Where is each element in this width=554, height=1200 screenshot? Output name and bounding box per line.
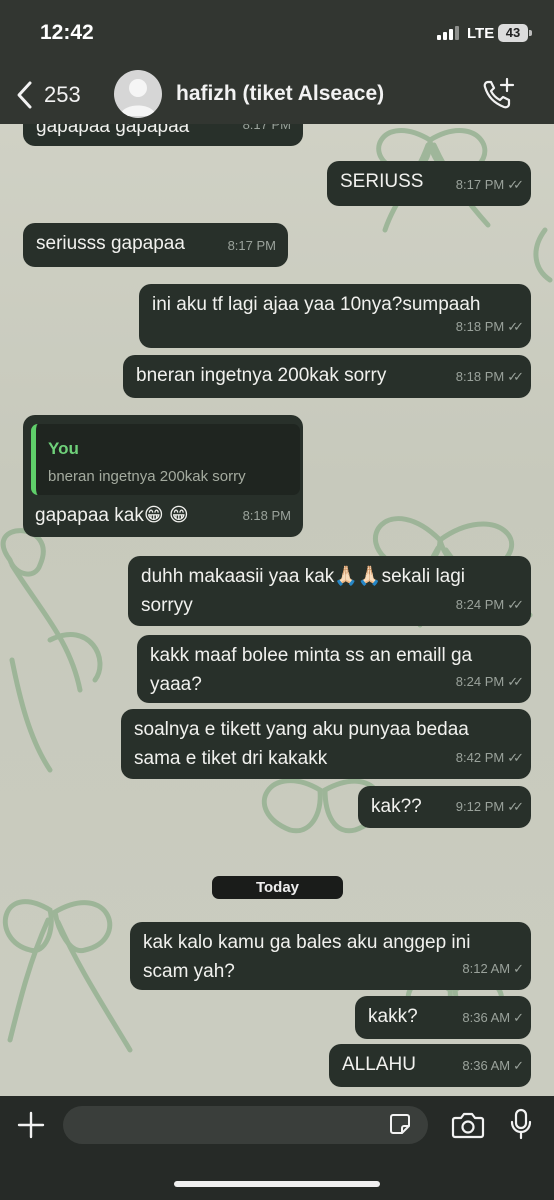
add-call-icon [483, 77, 515, 109]
message-meta: 8:17 PM ✓✓ [455, 170, 524, 199]
read-receipt-icon: ✓✓ [507, 177, 524, 192]
sent-receipt-icon: ✓ [513, 1010, 524, 1025]
message-meta: 8:18 PM ✓✓ [455, 312, 524, 341]
camera-button[interactable] [451, 1110, 485, 1140]
message-outgoing[interactable]: kak?? 9:12 PM ✓✓ [358, 786, 531, 828]
message-meta: 8:12 AM ✓ [462, 954, 524, 983]
mic-icon [510, 1108, 532, 1140]
contact-name[interactable]: hafizh (tiket Alseace) [176, 82, 384, 106]
composer-bar [0, 1096, 554, 1200]
attach-button[interactable] [16, 1110, 46, 1140]
sent-receipt-icon: ✓ [513, 1058, 524, 1073]
avatar-icon[interactable] [114, 70, 162, 118]
sticker-icon [390, 1114, 410, 1134]
signal-icon [437, 26, 461, 40]
message-meta: 8:24 PM ✓✓ [455, 590, 524, 619]
plus-icon [17, 1111, 45, 1139]
message-meta: 8:18 PM ✓✓ [455, 362, 524, 391]
message-outgoing[interactable]: bneran ingetnya 200kak sorry 8:18 PM ✓✓ [123, 355, 531, 398]
message-time: 8:42 PM [455, 750, 505, 765]
message-time: 8:12 AM [462, 961, 511, 976]
message-outgoing[interactable]: SERIUSS 8:17 PM ✓✓ [327, 161, 531, 206]
message-outgoing[interactable]: ini aku tf lagi ajaa yaa 10nya?sumpaah 8… [139, 284, 531, 348]
message-time: 8:24 PM [455, 674, 505, 689]
message-meta: 8:17 PM [243, 124, 291, 139]
message-time: 8:24 PM [455, 597, 505, 612]
read-receipt-icon: ✓✓ [507, 674, 524, 689]
home-indicator [174, 1181, 380, 1187]
message-time: 8:36 AM [462, 1010, 511, 1025]
message-time: 8:18 PM [455, 369, 505, 384]
message-outgoing[interactable]: duhh makaasii yaa kak🙏🏻🙏🏻sekali lagi sor… [128, 556, 531, 626]
message-text: gapapaa kak😁 😁 [35, 505, 189, 526]
camera-icon [451, 1112, 485, 1139]
message-outgoing[interactable]: kakk maaf bolee minta ss an emaill ga ya… [137, 635, 531, 703]
message-outgoing[interactable]: soalnya e tikett yang aku punyaa bedaa s… [121, 709, 531, 779]
unread-count: 253 [44, 82, 81, 107]
message-outgoing[interactable]: kakk? 8:36 AM ✓ [355, 996, 531, 1039]
message-incoming[interactable]: seriusss gapapaa 8:17 PM [23, 223, 288, 267]
chevron-left-icon [17, 81, 32, 109]
message-time: 8:36 AM [462, 1058, 511, 1073]
message-meta: 8:18 PM [243, 501, 291, 530]
message-outgoing[interactable]: ALLAHU 8:36 AM ✓ [329, 1044, 531, 1087]
date-separator: Today [212, 876, 343, 899]
sticker-button[interactable] [388, 1112, 412, 1136]
message-time: 8:17 PM [242, 124, 291, 132]
add-call-button[interactable] [480, 76, 516, 112]
message-meta: 8:36 AM ✓ [462, 1003, 524, 1032]
message-list[interactable]: gapapaa gapapaa 8:17 PM SERIUSS 8:17 PM ✓… [0, 124, 554, 1096]
message-incoming[interactable]: gapapaa gapapaa 8:17 PM [23, 124, 303, 146]
message-meta: 8:17 PM [228, 231, 276, 260]
sent-receipt-icon: ✓ [513, 961, 524, 976]
chat-header: 12:42 LTE 43 253 hafizh (tiket Alseace) [0, 0, 554, 124]
back-button[interactable]: 253 [14, 78, 96, 112]
message-meta: 8:36 AM ✓ [462, 1051, 524, 1080]
message-outgoing[interactable]: kak kalo kamu ga bales aku anggep ini sc… [130, 922, 531, 990]
message-time: 9:12 PM [455, 799, 505, 814]
message-input[interactable] [63, 1106, 428, 1144]
read-receipt-icon: ✓✓ [507, 319, 524, 334]
read-receipt-icon: ✓✓ [507, 597, 524, 612]
battery-icon: 43 [498, 24, 528, 42]
quoted-text: bneran ingetnya 200kak sorry [48, 468, 246, 485]
network-type: LTE [467, 25, 495, 42]
message-time: 8:18 PM [242, 508, 291, 523]
read-receipt-icon: ✓✓ [507, 369, 524, 384]
status-time: 12:42 [40, 21, 94, 44]
message-time: 8:17 PM [227, 238, 276, 253]
quoted-message[interactable]: You bneran ingetnya 200kak sorry [31, 424, 300, 495]
message-meta: 8:42 PM ✓✓ [455, 743, 524, 772]
read-receipt-icon: ✓✓ [507, 750, 524, 765]
quoted-sender: You [48, 439, 79, 458]
message-time: 8:17 PM [455, 177, 505, 192]
mic-button[interactable] [509, 1108, 533, 1140]
message-incoming-reply[interactable]: You bneran ingetnya 200kak sorry gapapaa… [23, 415, 303, 537]
read-receipt-icon: ✓✓ [507, 799, 524, 814]
message-meta: 9:12 PM ✓✓ [455, 792, 524, 821]
battery-tip [529, 30, 532, 36]
message-time: 8:18 PM [455, 319, 505, 334]
message-meta: 8:24 PM ✓✓ [455, 667, 524, 696]
